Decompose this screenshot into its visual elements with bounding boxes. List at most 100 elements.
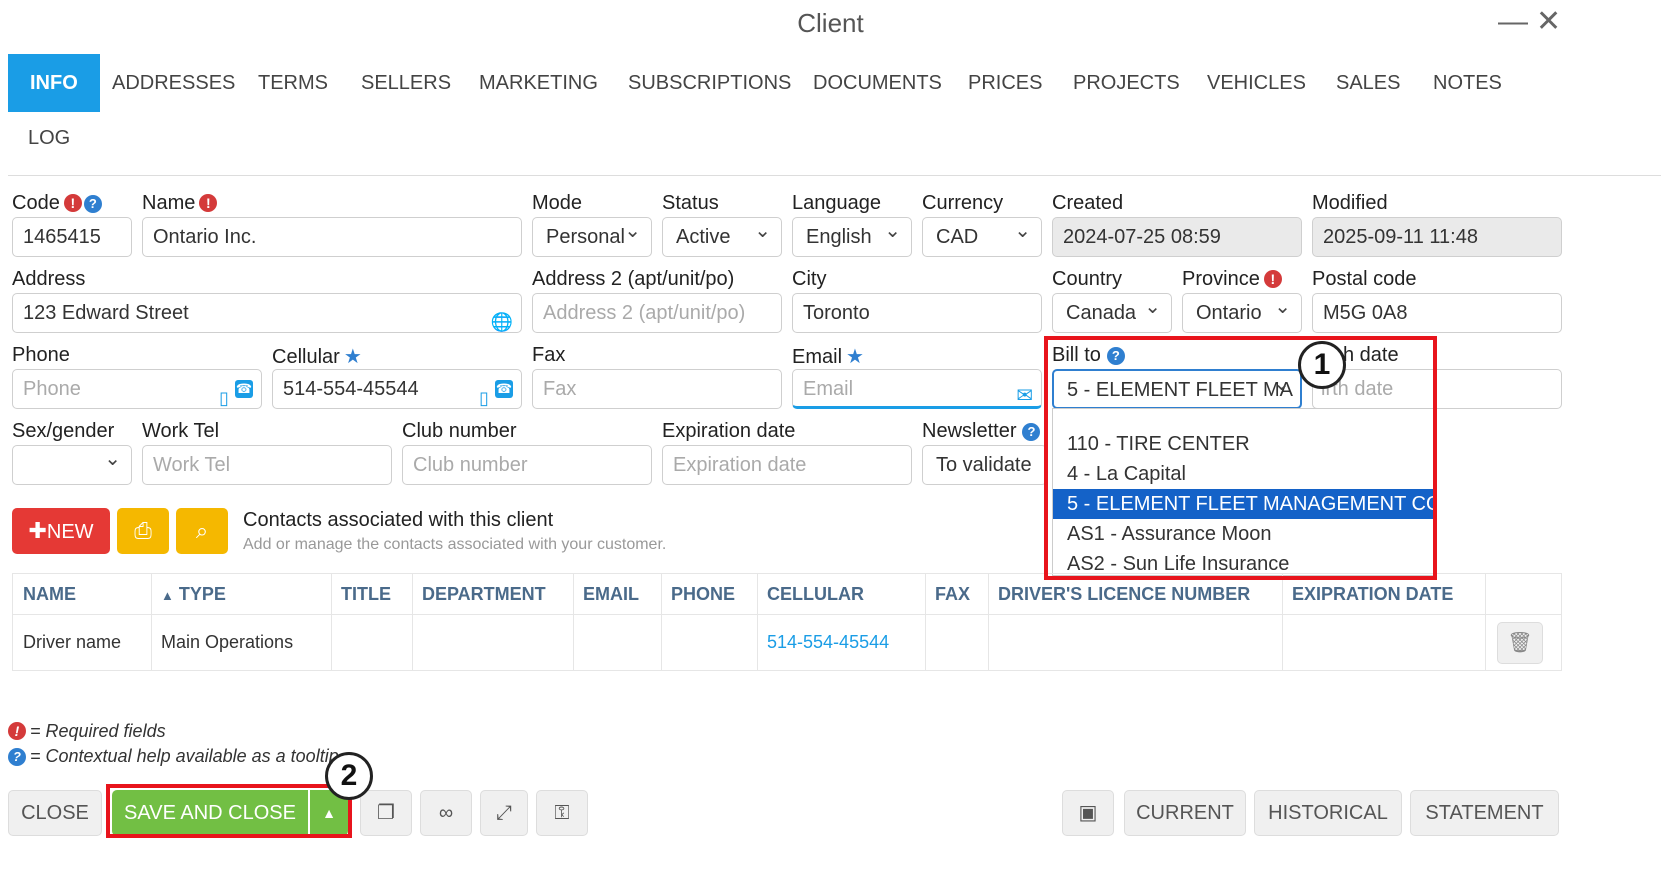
modified-label: Modified xyxy=(1312,192,1388,214)
contacts-title: Contacts associated with this client xyxy=(243,509,554,531)
tab-projects[interactable]: PROJECTS xyxy=(1051,54,1202,112)
tab-terms[interactable]: TERMS xyxy=(236,54,350,112)
tab-documents[interactable]: DOCUMENTS xyxy=(791,54,964,112)
column-header-cellular[interactable]: CELLULAR xyxy=(757,574,864,614)
title-bar: Client — ✕ xyxy=(0,0,1661,52)
tab-vehicles[interactable]: VEHICLES xyxy=(1185,54,1328,112)
column-header-type[interactable]: ▲ TYPE xyxy=(151,574,226,614)
column-header-email[interactable]: EMAIL xyxy=(573,574,639,614)
tab-notes[interactable]: NOTES xyxy=(1411,54,1524,112)
cellular-input[interactable]: 514-554-45544 ▯ ☎ xyxy=(272,369,522,409)
club-input[interactable]: Club number xyxy=(402,445,652,485)
phone-icon[interactable]: ☎ xyxy=(495,380,513,398)
province-select[interactable]: Ontario xyxy=(1182,293,1302,333)
statement-button[interactable]: STATEMENT xyxy=(1410,790,1559,836)
tab-prices[interactable]: PRICES xyxy=(946,54,1064,112)
help-icon: ? xyxy=(8,748,26,766)
phone-label: Phone xyxy=(12,344,70,366)
newsletter-label: Newsletter? xyxy=(922,420,1041,443)
column-header-name[interactable]: NAME xyxy=(13,574,76,614)
currency-select[interactable]: CAD xyxy=(922,217,1042,257)
postal-input[interactable]: M5G 0A8 xyxy=(1312,293,1562,333)
sex-label: Sex/gender xyxy=(12,420,115,442)
language-select[interactable]: English xyxy=(792,217,912,257)
link-button[interactable]: ∞ xyxy=(420,790,472,836)
mobile-icon[interactable]: ▯ xyxy=(479,379,489,408)
fax-input[interactable]: Fax xyxy=(532,369,782,409)
help-icon[interactable]: ? xyxy=(83,195,102,213)
column-header-fax[interactable]: FAX xyxy=(925,574,970,614)
worktel-input[interactable]: Work Tel xyxy=(142,445,392,485)
tab-log[interactable]: LOG xyxy=(6,109,92,167)
duplicate-button[interactable]: ❐ xyxy=(360,790,412,836)
phone-input[interactable]: Phone ▯ ☎ xyxy=(12,369,262,409)
minimize-icon[interactable]: — xyxy=(1498,4,1528,40)
tab-sales[interactable]: SALES xyxy=(1314,54,1422,112)
city-label: City xyxy=(792,268,827,290)
address2-label: Address 2 (apt/unit/po) xyxy=(532,268,735,290)
mobile-icon[interactable]: ▯ xyxy=(219,379,229,408)
email-input[interactable]: Email ✉ xyxy=(792,369,1042,409)
delete-row-button[interactable]: 🗑 xyxy=(1497,622,1543,664)
status-select[interactable]: Active xyxy=(662,217,782,257)
phone-icon[interactable]: ☎ xyxy=(235,380,253,398)
star-icon: ★ xyxy=(846,346,864,368)
money-button[interactable]: ▣ xyxy=(1062,790,1114,836)
expiration-input[interactable]: Expiration date xyxy=(662,445,912,485)
phone-placeholder: Phone xyxy=(23,378,81,400)
required-icon: ! xyxy=(1263,270,1282,288)
cell-cellular-link[interactable]: 514-554-45544 xyxy=(757,614,889,671)
fax-label: Fax xyxy=(532,344,566,366)
province-label: Province! xyxy=(1182,268,1282,291)
star-icon: ★ xyxy=(343,346,362,368)
required-icon: ! xyxy=(63,194,82,212)
newsletter-select[interactable]: To validate xyxy=(922,445,1047,485)
print-button[interactable]: ⎙ xyxy=(117,508,169,554)
help-icon[interactable]: ? xyxy=(1022,423,1041,441)
club-label: Club number xyxy=(402,420,517,442)
contacts-table: NAME ▲ TYPE TITLE DEPARTMENT EMAIL PHONE… xyxy=(12,573,1562,671)
cell-name: Driver name xyxy=(23,632,122,652)
new-contact-button[interactable]: ✚NEW xyxy=(12,508,110,554)
copy-icon: ❐ xyxy=(377,802,395,824)
search-button[interactable]: ⌕ xyxy=(176,508,228,554)
tab-info[interactable]: INFO xyxy=(8,54,100,112)
search-icon: ⌕ xyxy=(195,518,209,543)
name-input[interactable]: Ontario Inc. xyxy=(142,217,522,257)
annotation-badge-1: 1 xyxy=(1298,341,1346,389)
column-header-department[interactable]: DEPARTMENT xyxy=(412,574,546,614)
merge-button[interactable]: ⤢ xyxy=(480,790,528,836)
column-header-drivers-licence[interactable]: DRIVER'S LICENCE NUMBER xyxy=(988,574,1250,614)
cellular-label: Cellular ★ xyxy=(272,346,362,368)
highlight-box-save xyxy=(106,784,352,838)
code-input[interactable]: 1465415 xyxy=(12,217,132,257)
tab-subscriptions[interactable]: SUBSCRIPTIONS xyxy=(606,54,813,112)
city-input[interactable]: Toronto xyxy=(792,293,1042,333)
trash-icon: 🗑 xyxy=(1507,632,1533,654)
required-icon: ! xyxy=(199,194,218,212)
mode-select[interactable]: Personal xyxy=(532,217,652,257)
money-icon: ▣ xyxy=(1078,802,1098,824)
column-header-title[interactable]: TITLE xyxy=(331,574,391,614)
current-button[interactable]: CURRENT xyxy=(1124,790,1246,836)
print-icon: ⎙ xyxy=(134,518,152,543)
country-select[interactable]: Canada xyxy=(1052,293,1172,333)
tab-sellers[interactable]: SELLERS xyxy=(339,54,473,112)
tab-marketing[interactable]: MARKETING xyxy=(457,54,620,112)
expiration-label: Expiration date xyxy=(662,420,796,442)
address2-input[interactable]: Address 2 (apt/unit/po) xyxy=(532,293,782,333)
key-button[interactable]: ⚿ xyxy=(536,790,588,836)
column-header-phone[interactable]: PHONE xyxy=(661,574,735,614)
globe-icon[interactable]: 🌐 xyxy=(491,303,513,332)
close-button[interactable]: CLOSE xyxy=(8,790,102,836)
email-placeholder: Email xyxy=(803,378,854,400)
tab-addresses[interactable]: ADDRESSES xyxy=(90,54,257,112)
close-icon[interactable]: ✕ xyxy=(1536,4,1561,40)
required-icon: ! xyxy=(8,722,26,740)
currency-label: Currency xyxy=(922,192,1004,214)
column-header-expiration-date[interactable]: EXIPRATION DATE xyxy=(1282,574,1453,614)
envelope-icon[interactable]: ✉ xyxy=(1016,377,1033,406)
address-input[interactable]: 123 Edward Street 🌐 xyxy=(12,293,522,333)
historical-button[interactable]: HISTORICAL xyxy=(1254,790,1402,836)
sex-select[interactable] xyxy=(12,445,132,485)
